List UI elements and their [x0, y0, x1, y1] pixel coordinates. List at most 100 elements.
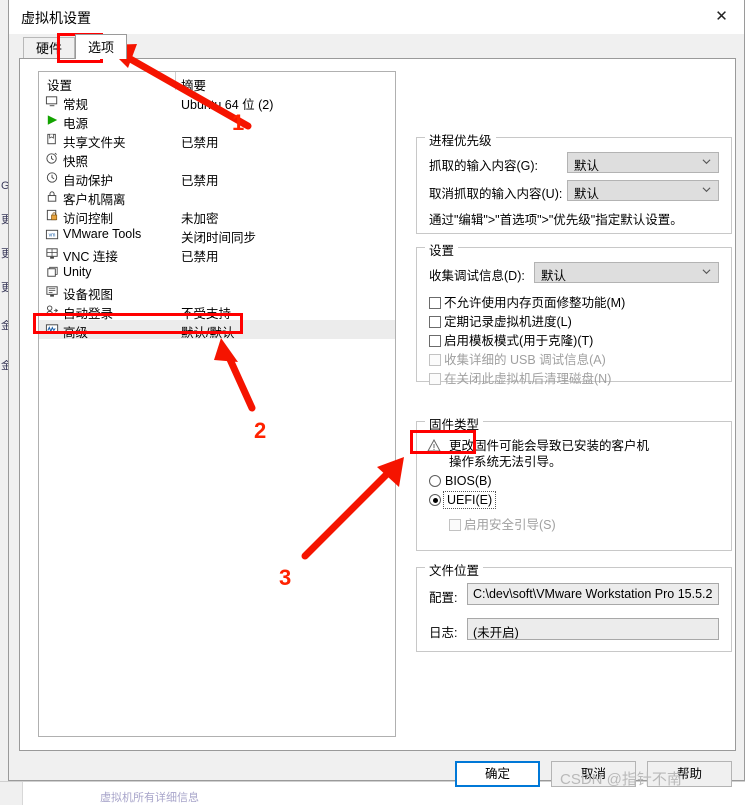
- vnc-icon: [46, 248, 58, 259]
- list-item-auto-login[interactable]: 自动登录 不受支持: [39, 301, 395, 321]
- radio-label: UEFI(E): [442, 491, 497, 509]
- checkbox-label: 收集详细的 USB 调试信息(A): [444, 353, 606, 367]
- list-item-guest-isolation[interactable]: 客户机隔离: [39, 187, 395, 207]
- snapshot-clock-icon: [46, 152, 58, 164]
- list-item-access-control[interactable]: 访问控制 未加密: [39, 206, 395, 226]
- list-item-shared-folders[interactable]: 共享文件夹 已禁用: [39, 130, 395, 150]
- auto-login-icon: [46, 305, 59, 315]
- checkbox-usb-debug: 收集详细的 USB 调试信息(A): [429, 349, 606, 368]
- unity-icon: [47, 266, 58, 277]
- list-item-device-view[interactable]: 设备视图: [39, 282, 395, 302]
- firmware-warning-text: 更改固件可能会导致已安装的客户机 操作系统无法引导。: [449, 438, 649, 470]
- settings-group-title: 设置: [425, 240, 459, 259]
- checkbox-label: 在关闭此虚拟机后清理磁盘(N): [444, 372, 612, 386]
- file-location-group: 文件位置 配置: C:\dev\soft\VMware Workstation …: [416, 560, 732, 652]
- config-path-label: 配置:: [429, 591, 458, 605]
- log-path-field[interactable]: (未开启): [467, 618, 719, 640]
- settings-list-header: 设置 摘要: [39, 72, 395, 93]
- list-item-label: 高级: [63, 326, 89, 340]
- folder-share-icon: [47, 133, 56, 145]
- lock-icon: [47, 191, 57, 202]
- list-item-unity[interactable]: Unity: [39, 263, 395, 282]
- file-location-title: 文件位置: [425, 560, 484, 579]
- firmware-type-title: 固件类型: [425, 414, 484, 433]
- warning-triangle-icon: [427, 439, 441, 452]
- tabstrip: 硬件 选项: [19, 33, 736, 59]
- checkbox-box: [449, 519, 461, 531]
- close-icon[interactable]: ✕: [699, 0, 744, 32]
- access-lock-icon: [46, 209, 58, 221]
- advanced-wave-icon: [45, 324, 59, 334]
- grab-input-label: 抓取的输入内容(G):: [429, 159, 539, 173]
- vm-settings-dialog: 虚拟机设置 ✕ 硬件 选项 设置 摘要 常规 Ubuntu 64 位 (2) 电…: [8, 0, 745, 781]
- dialog-titlebar: 虚拟机设置 ✕: [9, 0, 744, 34]
- settings-list[interactable]: 设置 摘要 常规 Ubuntu 64 位 (2) 电源 共享文件夹 已禁用 快照…: [38, 71, 396, 737]
- background-bottom-text: 虚拟机所有详细信息: [100, 792, 199, 804]
- options-panel: 设置 摘要 常规 Ubuntu 64 位 (2) 电源 共享文件夹 已禁用 快照…: [19, 58, 736, 751]
- debug-info-dropdown[interactable]: 默认: [534, 262, 719, 283]
- radio-uefi[interactable]: UEFI(E): [429, 491, 497, 509]
- config-path-value: C:\dev\soft\VMware Workstation Pro 15.5.…: [473, 587, 713, 601]
- list-item-label: VMware Tools: [63, 227, 142, 241]
- log-path-value: (未开启): [473, 626, 519, 640]
- list-item-snapshot[interactable]: 快照: [39, 149, 395, 169]
- checkbox-label: 启用安全引导(S): [464, 518, 556, 532]
- checkbox-label: 不允许使用内存页面修整功能(M): [444, 296, 626, 310]
- checkbox-box: [429, 373, 441, 385]
- list-item-power[interactable]: 电源: [39, 111, 395, 131]
- list-item-label: Unity: [63, 265, 92, 279]
- checkbox-label: 定期记录虚拟机进度(L): [444, 315, 572, 329]
- checkbox-clean-disk: 在关闭此虚拟机后清理磁盘(N): [429, 368, 611, 387]
- grab-input-dropdown[interactable]: 默认: [567, 152, 719, 173]
- firmware-warning-line1: 更改固件可能会导致已安装的客户机: [449, 439, 650, 453]
- list-item-vmware-tools[interactable]: vm VMware Tools 关闭时间同步: [39, 225, 395, 245]
- checkbox-memory-trim[interactable]: 不允许使用内存页面修整功能(M): [429, 292, 625, 311]
- monitor-icon: [45, 96, 58, 107]
- priority-hint-text: 通过"编辑">"首选项">"优先级"指定默认设置。: [429, 213, 683, 227]
- list-item-general[interactable]: 常规 Ubuntu 64 位 (2): [39, 92, 395, 112]
- settings-group: 设置 收集调试信息(D): 默认 不允许使用内存页面修整功能(M) 定期记录虚拟…: [416, 240, 732, 386]
- firmware-type-group: 固件类型 更改固件可能会导致已安装的客户机 操作系统无法引导。 BIOS(B) …: [416, 414, 732, 551]
- checkbox-box: [429, 354, 441, 366]
- tab-options[interactable]: 选项: [75, 34, 128, 59]
- debug-info-label: 收集调试信息(D):: [429, 269, 525, 283]
- radio-circle: [429, 494, 441, 506]
- list-item-advanced[interactable]: 高级 默认/默认: [39, 320, 395, 340]
- autoprotect-clock-icon: [46, 172, 58, 183]
- process-priority-group: 进程优先级 抓取的输入内容(G): 默认 取消抓取的输入内容(U): 默认 通过…: [416, 130, 732, 234]
- radio-label: BIOS(B): [445, 474, 492, 488]
- radio-circle: [429, 475, 441, 487]
- cancel-button[interactable]: 取消: [551, 761, 636, 787]
- config-path-field[interactable]: C:\dev\soft\VMware Workstation Pro 15.5.…: [467, 583, 719, 605]
- tab-hardware[interactable]: 硬件: [23, 37, 76, 59]
- chevron-down-icon: [702, 187, 711, 193]
- list-item-autoprotect[interactable]: 自动保护 已禁用: [39, 168, 395, 188]
- chevron-down-icon: [702, 269, 711, 275]
- log-path-label: 日志:: [429, 626, 458, 640]
- help-button[interactable]: 帮助: [647, 761, 732, 787]
- checkbox-secure-boot: 启用安全引导(S): [449, 514, 556, 533]
- vmware-tools-icon: vm: [45, 229, 59, 240]
- screenshot-root: GB 更 更 更 金 金 虚拟机所有详细信息 虚拟机设置 ✕ 硬件 选项 设置 …: [0, 0, 745, 805]
- checkbox-label: 启用模板模式(用于克隆)(T): [444, 334, 594, 348]
- dialog-title: 虚拟机设置: [21, 10, 91, 26]
- checkbox-box: [429, 297, 441, 309]
- svg-text:vm: vm: [49, 233, 56, 239]
- list-item-vnc[interactable]: VNC 连接 已禁用: [39, 244, 395, 264]
- power-play-icon: [47, 115, 58, 125]
- ungrab-input-label: 取消抓取的输入内容(U):: [429, 187, 563, 201]
- process-priority-title: 进程优先级: [425, 130, 496, 149]
- chevron-down-icon: [702, 159, 711, 165]
- debug-info-value: 默认: [541, 269, 567, 283]
- checkbox-log-progress[interactable]: 定期记录虚拟机进度(L): [429, 311, 572, 330]
- list-item-summary: 默认/默认: [181, 326, 235, 340]
- checkbox-box: [429, 335, 441, 347]
- radio-bios[interactable]: BIOS(B): [429, 474, 492, 488]
- ungrab-input-dropdown[interactable]: 默认: [567, 180, 719, 201]
- checkbox-template-mode[interactable]: 启用模板模式(用于克隆)(T): [429, 330, 593, 349]
- ungrab-input-value: 默认: [574, 187, 600, 201]
- firmware-warning-line2: 操作系统无法引导。: [449, 455, 562, 469]
- ok-button[interactable]: 确定: [455, 761, 540, 787]
- device-view-icon: [46, 286, 58, 297]
- checkbox-box: [429, 316, 441, 328]
